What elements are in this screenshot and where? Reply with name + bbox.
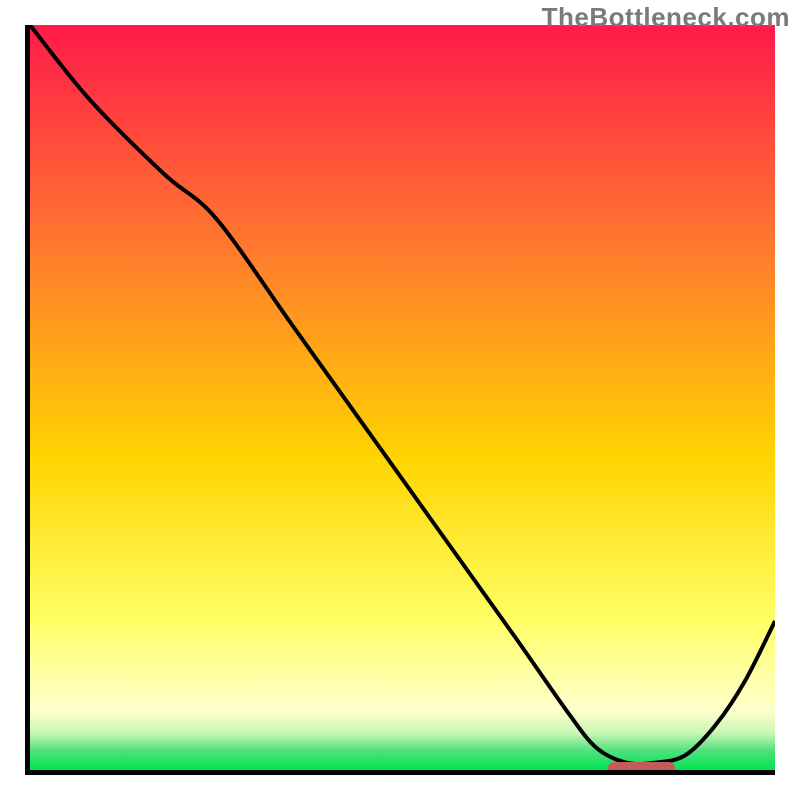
watermark-text: TheBottleneck.com	[542, 2, 790, 33]
bottleneck-curve	[30, 25, 775, 770]
plot-area	[25, 25, 775, 775]
optimal-range-marker	[608, 762, 676, 774]
chart-container: TheBottleneck.com	[0, 0, 800, 800]
